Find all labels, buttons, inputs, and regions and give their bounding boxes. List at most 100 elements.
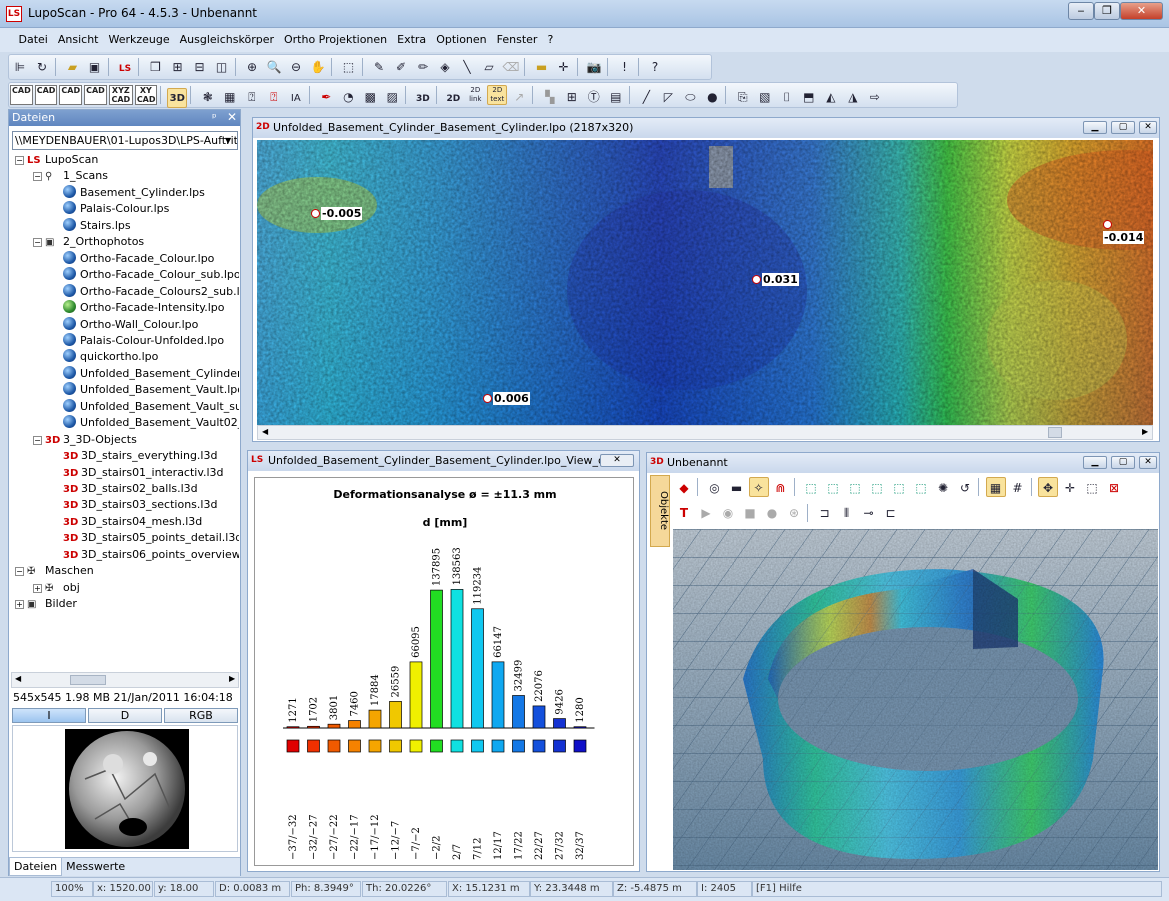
- cad-export-2-button[interactable]: CAD: [34, 85, 58, 105]
- dot-icon[interactable]: ●: [762, 503, 782, 523]
- 2d-text-active-button[interactable]: 2D text: [487, 85, 508, 105]
- 2d-text-button[interactable]: 2D: [443, 89, 463, 109]
- text-tool-icon[interactable]: T: [674, 503, 694, 523]
- scan-query-icon[interactable]: ⍰: [242, 87, 262, 107]
- tree-item[interactable]: − ✠ Maschen: [15, 563, 94, 579]
- window-grid-icon[interactable]: ⊞: [168, 57, 188, 77]
- tree-item[interactable]: Palais-Colour-Unfolded.lpo: [51, 332, 224, 349]
- zoom-out-icon[interactable]: ⊖: [286, 57, 306, 77]
- line-tool-icon[interactable]: ╱: [636, 87, 656, 107]
- move-icon[interactable]: ✥: [1038, 477, 1058, 497]
- scan-sphere-icon[interactable]: ❃: [198, 87, 218, 107]
- stop-icon[interactable]: ■: [740, 503, 760, 523]
- image-icon[interactable]: ▧: [755, 87, 775, 107]
- tree-item[interactable]: − ▣ 2_Orthophotos: [33, 234, 144, 250]
- file-tree[interactable]: − LS LupoScan − ⚲ 1_Scans Basement_Cylinder.lp…: [11, 152, 239, 677]
- camera-forward-icon[interactable]: ⇨: [865, 87, 885, 107]
- record-icon[interactable]: ◉: [718, 503, 738, 523]
- mdi-close-button[interactable]: ✕: [1139, 121, 1157, 134]
- raster-alt-icon[interactable]: ▨: [382, 87, 402, 107]
- collapse-icon[interactable]: −: [15, 156, 24, 165]
- tab-dateien[interactable]: Dateien: [9, 858, 63, 876]
- polygon-tool-icon[interactable]: ◸: [658, 87, 678, 107]
- menu-fenster[interactable]: Fenster: [492, 28, 543, 51]
- checker-icon[interactable]: ▚: [540, 87, 560, 107]
- chart-close-button[interactable]: ✕: [600, 454, 634, 467]
- scan-red-icon[interactable]: ⍰: [264, 87, 284, 107]
- distance-button[interactable]: D: [88, 708, 162, 723]
- scroll-left-icon[interactable]: ◀: [15, 674, 21, 683]
- 3d-close-button[interactable]: ✕: [1139, 456, 1157, 469]
- grid-icon[interactable]: #: [1008, 478, 1028, 498]
- pointer-icon[interactable]: ↗: [509, 87, 529, 107]
- scroll-thumb[interactable]: [1048, 427, 1062, 438]
- tree-item[interactable]: 3D 3D_stairs05_points_detail.l3d: [51, 530, 239, 546]
- menu-optionen[interactable]: Optionen: [431, 28, 491, 51]
- tree-item[interactable]: Unfolded_Basement_Vault02_su: [51, 415, 239, 431]
- sphere-tool-icon[interactable]: ●: [702, 87, 722, 107]
- intensity-button[interactable]: I: [12, 708, 86, 723]
- tree-item[interactable]: 3D 3D_stairs04_mesh.l3d: [51, 514, 202, 530]
- open-folder-icon[interactable]: ▰: [63, 57, 83, 77]
- eraser-all-icon[interactable]: ⌫: [501, 57, 521, 77]
- crosshair-icon[interactable]: ✛: [554, 57, 574, 77]
- tree-item[interactable]: Ortho-Facade-Intensity.lpo: [51, 300, 225, 316]
- 3d-minimize-button[interactable]: ▁: [1083, 456, 1107, 469]
- cube-back-icon[interactable]: ⬚: [823, 478, 843, 498]
- expand-icon[interactable]: +: [15, 600, 24, 610]
- brush-icon[interactable]: ╲: [457, 57, 477, 77]
- menu-ansicht[interactable]: Ansicht: [53, 28, 104, 51]
- cad-xyz-button[interactable]: XYZ CAD: [108, 85, 133, 105]
- mdi-maximize-button[interactable]: ▢: [1111, 121, 1135, 134]
- collapse-icon[interactable]: −: [33, 435, 42, 445]
- cad-export-4-button[interactable]: CAD: [84, 85, 107, 105]
- fill-tool-icon[interactable]: ◈: [435, 57, 455, 77]
- tree-item[interactable]: Unfolded_Basement_Vault.lpo: [51, 382, 239, 398]
- pin-icon[interactable]: ᵖ: [212, 111, 217, 124]
- scroll-right-icon[interactable]: ▶: [229, 674, 235, 683]
- tree-item[interactable]: −3D 3_3D-Objects: [33, 432, 137, 448]
- cad-export-button[interactable]: CAD: [10, 85, 33, 105]
- wand-icon[interactable]: ✧: [748, 477, 769, 497]
- 2d-link-button[interactable]: 2D link: [465, 86, 485, 106]
- objects-side-tab[interactable]: Objekte: [650, 475, 670, 547]
- pipe-tool-icon[interactable]: ⬭: [680, 87, 700, 107]
- menu-ausgleichskoerper[interactable]: Ausgleichskörper: [175, 28, 279, 51]
- collapse-icon[interactable]: −: [33, 238, 42, 248]
- tree-item[interactable]: 3D 3D_stairs03_sections.l3d: [51, 497, 217, 513]
- menu-datei[interactable]: Datei: [14, 28, 53, 51]
- measure-icon[interactable]: ⊸: [859, 503, 879, 523]
- window-single-icon[interactable]: ❒: [146, 57, 166, 77]
- pan-hand-icon[interactable]: ✋: [308, 57, 328, 77]
- cube-top-icon[interactable]: ⬚: [889, 478, 909, 498]
- cad-xy-button[interactable]: XY CAD: [134, 85, 157, 105]
- 3d-text-button[interactable]: 3D: [413, 89, 433, 109]
- pen-line-icon[interactable]: ✐: [391, 57, 411, 77]
- play-icon[interactable]: ▶: [696, 503, 716, 523]
- refresh-icon[interactable]: ↻: [32, 57, 52, 77]
- tree-item[interactable]: 3D 3D_stairs02_balls.l3d: [51, 481, 198, 497]
- magnet-icon[interactable]: ⋒: [771, 478, 791, 498]
- 3d-view-button[interactable]: 3D: [167, 88, 188, 108]
- mirror-icon[interactable]: ⫴: [837, 503, 857, 523]
- menu-werkzeuge[interactable]: Werkzeuge: [103, 28, 174, 51]
- scan-grid-icon[interactable]: ▦: [220, 87, 240, 107]
- panel-icon[interactable]: ▬: [727, 478, 747, 498]
- tab-messwerte[interactable]: Messwerte: [62, 858, 129, 875]
- tree-item[interactable]: − ⚲ 1_Scans: [33, 168, 108, 184]
- box-icon[interactable]: ⬒: [799, 87, 819, 107]
- zoom-fit-icon[interactable]: ⊕: [242, 57, 262, 77]
- alert-icon[interactable]: !: [615, 57, 635, 77]
- deformation-map-image[interactable]: -0.005 0.031 -0.014 0.006: [257, 140, 1153, 425]
- tree-horizontal-scrollbar[interactable]: ◀ ▶: [11, 672, 239, 688]
- unfold-icon[interactable]: ⎘: [733, 87, 753, 107]
- tree-item[interactable]: Unfolded_Basement_Vault_sub.l: [51, 398, 239, 415]
- no-select-icon[interactable]: ⊠: [1104, 478, 1124, 498]
- cone-alt-icon[interactable]: ◮: [843, 87, 863, 107]
- marker-point[interactable]: 0.006: [483, 392, 530, 405]
- cylinder-icon[interactable]: ⌷: [777, 87, 797, 107]
- menu-ortho-projektionen[interactable]: Ortho Projektionen: [279, 28, 392, 51]
- window-split-v-icon[interactable]: ◫: [212, 57, 232, 77]
- cube-front-icon[interactable]: ⬚: [801, 478, 821, 498]
- raster-icon[interactable]: ▩: [360, 87, 380, 107]
